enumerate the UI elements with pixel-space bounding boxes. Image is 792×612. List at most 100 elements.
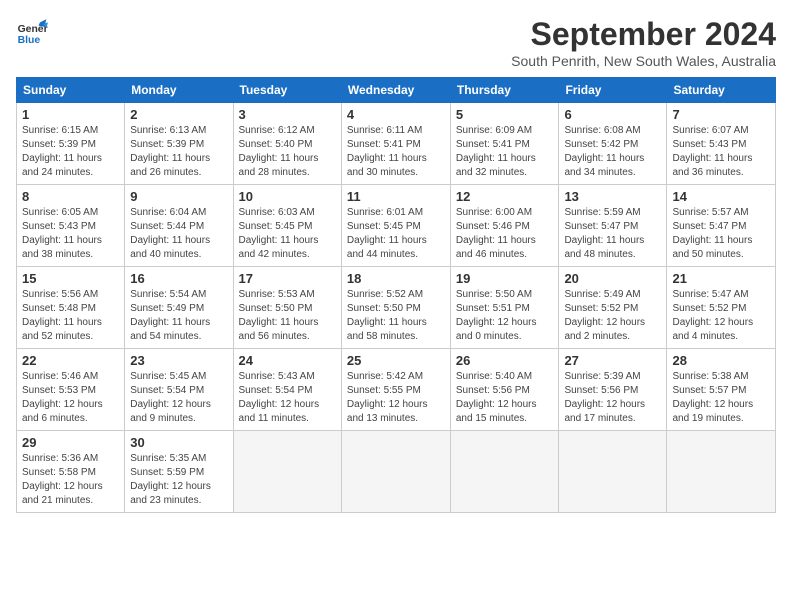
day-info: Sunrise: 6:03 AM Sunset: 5:45 PM Dayligh… [239, 206, 336, 262]
calendar-week-row: 8Sunrise: 6:05 AM Sunset: 5:43 PM Daylig… [17, 185, 776, 267]
header-friday: Friday [559, 78, 667, 103]
day-number: 6 [564, 107, 661, 122]
day-info: Sunrise: 5:42 AM Sunset: 5:55 PM Dayligh… [347, 370, 445, 426]
day-number: 25 [347, 353, 445, 368]
header-wednesday: Wednesday [341, 78, 450, 103]
table-row: 7 Sunrise: 6:07 AM Sunset: 5:43 PM Daylig… [667, 103, 776, 185]
table-row: 16 Sunrise: 5:54 AM Sunset: 5:49 PM Dayli… [125, 267, 233, 349]
day-number: 29 [22, 435, 119, 450]
calendar-table: Sunday Monday Tuesday Wednesday Thursday… [16, 77, 776, 513]
table-row: 25 Sunrise: 5:42 AM Sunset: 5:55 PM Dayli… [341, 349, 450, 431]
table-row: 13 Sunrise: 5:59 AM Sunset: 5:47 PM Dayli… [559, 185, 667, 267]
day-number: 24 [239, 353, 336, 368]
table-row: 1 Sunrise: 6:15 AM Sunset: 5:39 PM Daylig… [17, 103, 125, 185]
table-row: 5 Sunrise: 6:09 AM Sunset: 5:41 PM Daylig… [450, 103, 559, 185]
day-info: Sunrise: 6:13 AM Sunset: 5:39 PM Dayligh… [130, 124, 227, 180]
day-info: Sunrise: 5:40 AM Sunset: 5:56 PM Dayligh… [456, 370, 554, 426]
day-number: 22 [22, 353, 119, 368]
calendar-header-row: Sunday Monday Tuesday Wednesday Thursday… [17, 78, 776, 103]
table-row: 3Sunrise: 6:12 AM Sunset: 5:40 PM Daylig… [233, 103, 341, 185]
title-block: September 2024 South Penrith, New South … [511, 16, 776, 69]
table-row [233, 431, 341, 513]
logo-icon: General Blue [16, 16, 48, 48]
day-info: Sunrise: 6:15 AM Sunset: 5:39 PM Dayligh… [22, 124, 119, 180]
header-sunday: Sunday [17, 78, 125, 103]
day-number: 7 [672, 107, 770, 122]
table-row: 12 Sunrise: 6:00 AM Sunset: 5:46 PM Dayli… [450, 185, 559, 267]
day-info: Sunrise: 6:07 AM Sunset: 5:43 PM Dayligh… [672, 124, 770, 180]
day-number: 23 [130, 353, 227, 368]
day-info: Sunrise: 6:04 AM Sunset: 5:44 PM Dayligh… [130, 206, 227, 262]
logo: General Blue [16, 16, 48, 48]
day-info: Sunrise: 5:50 AM Sunset: 5:51 PM Dayligh… [456, 288, 554, 344]
table-row: 11 Sunrise: 6:01 AM Sunset: 5:45 PM Dayli… [341, 185, 450, 267]
day-info: Sunrise: 5:52 AM Sunset: 5:50 PM Dayligh… [347, 288, 445, 344]
month-title: September 2024 [511, 16, 776, 53]
table-row: 14 Sunrise: 5:57 AM Sunset: 5:47 PM Dayli… [667, 185, 776, 267]
day-number: 1 [22, 107, 119, 122]
table-row [341, 431, 450, 513]
day-info: Sunrise: 5:54 AM Sunset: 5:49 PM Dayligh… [130, 288, 227, 344]
calendar-week-row: 1 Sunrise: 6:15 AM Sunset: 5:39 PM Daylig… [17, 103, 776, 185]
table-row: 24Sunrise: 5:43 AM Sunset: 5:54 PM Dayli… [233, 349, 341, 431]
day-number: 9 [130, 189, 227, 204]
day-number: 21 [672, 271, 770, 286]
calendar-week-row: 29 Sunrise: 5:36 AM Sunset: 5:58 PM Dayli… [17, 431, 776, 513]
day-number: 16 [130, 271, 227, 286]
day-number: 13 [564, 189, 661, 204]
day-number: 4 [347, 107, 445, 122]
day-info: Sunrise: 5:49 AM Sunset: 5:52 PM Dayligh… [564, 288, 661, 344]
table-row: 19 Sunrise: 5:50 AM Sunset: 5:51 PM Dayli… [450, 267, 559, 349]
day-number: 19 [456, 271, 554, 286]
table-row: 8Sunrise: 6:05 AM Sunset: 5:43 PM Daylig… [17, 185, 125, 267]
calendar-week-row: 22 Sunrise: 5:46 AM Sunset: 5:53 PM Dayli… [17, 349, 776, 431]
header-monday: Monday [125, 78, 233, 103]
day-number: 2 [130, 107, 227, 122]
header-tuesday: Tuesday [233, 78, 341, 103]
day-info: Sunrise: 6:09 AM Sunset: 5:41 PM Dayligh… [456, 124, 554, 180]
day-info: Sunrise: 5:39 AM Sunset: 5:56 PM Dayligh… [564, 370, 661, 426]
day-info: Sunrise: 5:45 AM Sunset: 5:54 PM Dayligh… [130, 370, 227, 426]
day-number: 15 [22, 271, 119, 286]
day-info: Sunrise: 5:35 AM Sunset: 5:59 PM Dayligh… [130, 452, 227, 508]
table-row [667, 431, 776, 513]
day-info: Sunrise: 5:59 AM Sunset: 5:47 PM Dayligh… [564, 206, 661, 262]
day-info: Sunrise: 5:56 AM Sunset: 5:48 PM Dayligh… [22, 288, 119, 344]
day-number: 28 [672, 353, 770, 368]
day-number: 27 [564, 353, 661, 368]
header: General Blue September 2024 South Penrit… [16, 16, 776, 69]
day-info: Sunrise: 5:57 AM Sunset: 5:47 PM Dayligh… [672, 206, 770, 262]
location-subtitle: South Penrith, New South Wales, Australi… [511, 53, 776, 69]
day-number: 8 [22, 189, 119, 204]
day-number: 10 [239, 189, 336, 204]
table-row: 23 Sunrise: 5:45 AM Sunset: 5:54 PM Dayli… [125, 349, 233, 431]
day-number: 30 [130, 435, 227, 450]
day-number: 14 [672, 189, 770, 204]
table-row: 29 Sunrise: 5:36 AM Sunset: 5:58 PM Dayli… [17, 431, 125, 513]
day-number: 5 [456, 107, 554, 122]
table-row: 9 Sunrise: 6:04 AM Sunset: 5:44 PM Daylig… [125, 185, 233, 267]
header-saturday: Saturday [667, 78, 776, 103]
table-row: 26 Sunrise: 5:40 AM Sunset: 5:56 PM Dayli… [450, 349, 559, 431]
table-row: 28 Sunrise: 5:38 AM Sunset: 5:57 PM Dayli… [667, 349, 776, 431]
table-row: 18 Sunrise: 5:52 AM Sunset: 5:50 PM Dayli… [341, 267, 450, 349]
day-info: Sunrise: 6:12 AM Sunset: 5:40 PM Dayligh… [239, 124, 336, 180]
day-info: Sunrise: 6:00 AM Sunset: 5:46 PM Dayligh… [456, 206, 554, 262]
day-info: Sunrise: 6:01 AM Sunset: 5:45 PM Dayligh… [347, 206, 445, 262]
day-info: Sunrise: 5:46 AM Sunset: 5:53 PM Dayligh… [22, 370, 119, 426]
day-info: Sunrise: 5:36 AM Sunset: 5:58 PM Dayligh… [22, 452, 119, 508]
day-info: Sunrise: 5:47 AM Sunset: 5:52 PM Dayligh… [672, 288, 770, 344]
day-number: 26 [456, 353, 554, 368]
day-info: Sunrise: 5:38 AM Sunset: 5:57 PM Dayligh… [672, 370, 770, 426]
day-number: 18 [347, 271, 445, 286]
table-row: 30 Sunrise: 5:35 AM Sunset: 5:59 PM Dayli… [125, 431, 233, 513]
table-row: 10 Sunrise: 6:03 AM Sunset: 5:45 PM Dayli… [233, 185, 341, 267]
table-row: 2 Sunrise: 6:13 AM Sunset: 5:39 PM Daylig… [125, 103, 233, 185]
day-info: Sunrise: 6:11 AM Sunset: 5:41 PM Dayligh… [347, 124, 445, 180]
day-number: 11 [347, 189, 445, 204]
table-row: 21 Sunrise: 5:47 AM Sunset: 5:52 PM Dayli… [667, 267, 776, 349]
day-info: Sunrise: 5:53 AM Sunset: 5:50 PM Dayligh… [239, 288, 336, 344]
day-number: 12 [456, 189, 554, 204]
calendar-week-row: 15 Sunrise: 5:56 AM Sunset: 5:48 PM Dayli… [17, 267, 776, 349]
day-number: 20 [564, 271, 661, 286]
